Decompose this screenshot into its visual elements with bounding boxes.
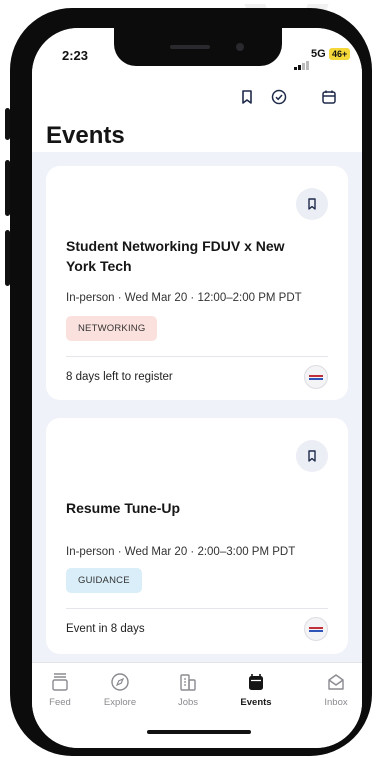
bottom-tab-bar: Feed Explore Jobs Events Inbox (32, 662, 362, 748)
bookmark-button[interactable] (296, 440, 328, 472)
status-time: 2:23 (62, 48, 89, 63)
event-meta: In-person · Wed Mar 20 · 12:00–2:00 PM P… (66, 292, 302, 304)
tab-label: Inbox (324, 697, 348, 708)
notch (114, 28, 282, 66)
event-tag: GUIDANCE (66, 568, 142, 593)
event-card[interactable]: Student Networking FDUV x New York Tech … (46, 166, 348, 400)
mute-switch (5, 108, 10, 140)
event-footer: 8 days left to register (66, 371, 173, 383)
tab-inbox[interactable]: Inbox (306, 671, 362, 708)
page-header: Events (32, 76, 362, 152)
tab-explore[interactable]: Explore (90, 671, 150, 708)
event-meta: In-person · Wed Mar 20 · 2:00–3:00 PM PD… (66, 546, 296, 558)
calendar-icon (249, 674, 263, 690)
check-circle-icon[interactable] (270, 88, 288, 106)
event-title[interactable]: Student Networking FDUV x New York Tech (66, 236, 316, 276)
volume-down-button (5, 230, 10, 286)
calendar-icon[interactable] (320, 88, 338, 106)
event-card[interactable]: Resume Tune-Up In-person · Wed Mar 20 · … (46, 418, 348, 654)
battery-icon: 46+ (329, 48, 351, 60)
network-type: 5G (311, 48, 326, 60)
tab-label: Jobs (177, 697, 199, 708)
tab-label: Feed (49, 697, 71, 708)
earpiece-speaker (170, 45, 210, 49)
feed-icon (52, 673, 68, 691)
bookmark-button[interactable] (296, 188, 328, 220)
events-list: Student Networking FDUV x New York Tech … (32, 152, 362, 662)
organizer-logo (304, 365, 328, 389)
front-camera (236, 43, 244, 51)
bookmark-icon (308, 198, 316, 210)
signal-icon (294, 52, 310, 70)
card-divider (66, 356, 328, 357)
event-tag: NETWORKING (66, 316, 158, 341)
compass-icon (111, 673, 129, 691)
tab-jobs[interactable]: Jobs (158, 671, 218, 708)
inbox-icon (328, 674, 344, 690)
tab-label: Events (240, 697, 272, 708)
saved-bookmark-icon[interactable] (238, 88, 256, 106)
tab-feed[interactable]: Feed (32, 671, 90, 708)
tab-events[interactable]: Events (226, 671, 286, 708)
app-screen: 2:23 5G 46+ Events Student Networking FD… (32, 28, 362, 748)
phone-frame: 2:23 5G 46+ Events Student Networking FD… (5, 8, 372, 756)
bookmark-icon (308, 450, 316, 462)
building-icon (180, 674, 196, 691)
organizer-logo (304, 617, 328, 641)
tab-label: Explore (103, 697, 137, 708)
volume-up-button (5, 160, 10, 216)
card-divider (66, 608, 328, 609)
event-title[interactable]: Resume Tune-Up (66, 498, 316, 518)
home-indicator[interactable] (147, 730, 251, 734)
event-footer: Event in 8 days (66, 623, 145, 635)
page-title: Events (46, 122, 125, 149)
